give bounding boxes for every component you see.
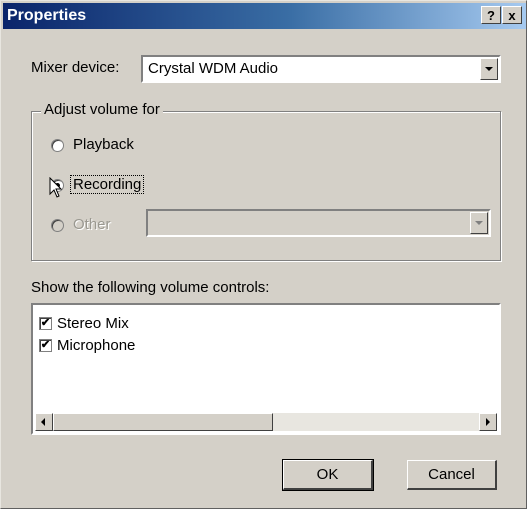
microphone-label: Microphone xyxy=(57,337,136,354)
other-device-select[interactable] xyxy=(146,209,491,237)
other-label[interactable]: Other xyxy=(73,216,111,233)
other-radio[interactable] xyxy=(51,219,64,232)
title-bar[interactable]: Properties ? x xyxy=(3,3,526,29)
scroll-thumb[interactable] xyxy=(53,413,273,431)
stereo-mix-checkbox[interactable]: ✔ xyxy=(39,317,52,330)
playback-radio[interactable] xyxy=(51,139,64,152)
ok-button[interactable]: OK xyxy=(282,459,374,491)
chevron-down-icon xyxy=(485,67,493,71)
microphone-checkbox[interactable]: ✔ xyxy=(39,339,52,352)
playback-label[interactable]: Playback xyxy=(73,136,134,153)
properties-dialog: Properties ? x Mixer device: Crystal WDM… xyxy=(0,0,527,509)
chevron-down-icon xyxy=(475,221,483,225)
stereo-mix-label: Stereo Mix xyxy=(57,315,129,332)
arrow-left-icon xyxy=(41,418,45,426)
window-title: Properties xyxy=(7,7,87,24)
other-dropdown-button[interactable] xyxy=(470,212,488,234)
volume-controls-label: Show the following volume controls: xyxy=(31,279,270,296)
cancel-button[interactable]: Cancel xyxy=(407,460,497,490)
mixer-dropdown-button[interactable] xyxy=(480,58,498,80)
mixer-device-label: Mixer device: xyxy=(31,59,120,76)
mouse-pointer-icon xyxy=(49,177,63,198)
recording-label[interactable]: Recording xyxy=(69,175,145,194)
help-button[interactable]: ? xyxy=(481,6,501,24)
scroll-right-button[interactable] xyxy=(479,413,497,431)
mixer-device-select[interactable]: Crystal WDM Audio xyxy=(141,55,501,83)
close-button[interactable]: x xyxy=(502,6,522,24)
volume-controls-list[interactable]: ✔ Stereo Mix ✔ Microphone xyxy=(31,303,501,435)
horizontal-scrollbar[interactable] xyxy=(35,413,497,431)
list-item[interactable]: ✔ Stereo Mix xyxy=(39,315,339,333)
mixer-device-value: Crystal WDM Audio xyxy=(148,60,279,77)
scroll-left-button[interactable] xyxy=(35,413,53,431)
adjust-volume-legend: Adjust volume for xyxy=(41,101,163,118)
arrow-right-icon xyxy=(486,418,490,426)
list-item[interactable]: ✔ Microphone xyxy=(39,337,339,355)
